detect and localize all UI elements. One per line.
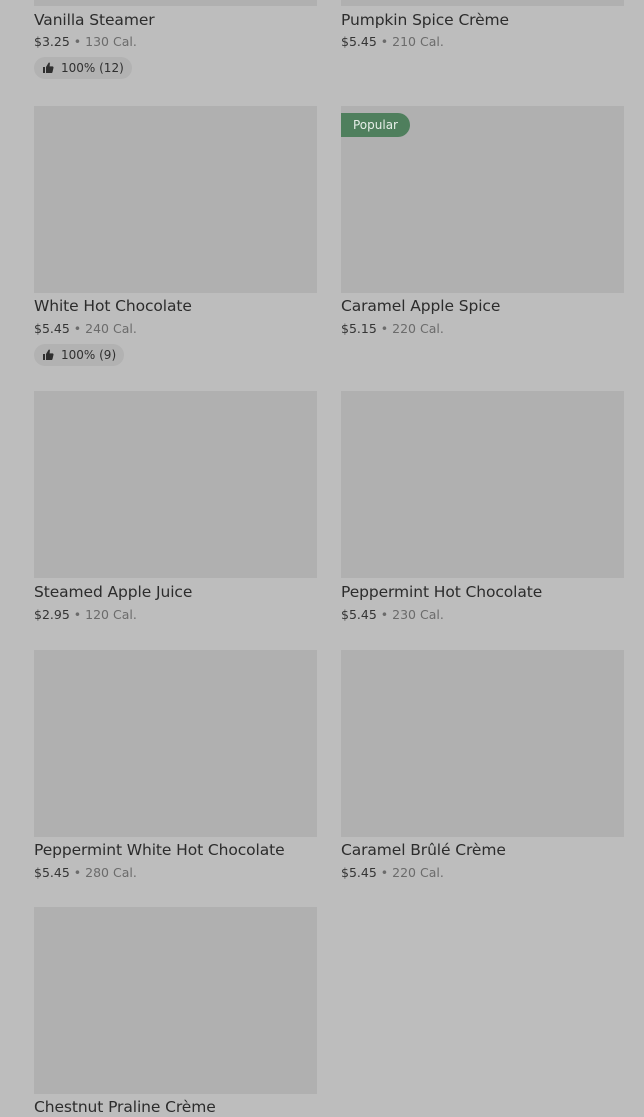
meta-separator: • [380, 607, 389, 622]
product-calories: 230 Cal. [392, 607, 444, 622]
product-image[interactable] [341, 650, 624, 837]
meta-separator: • [380, 865, 389, 880]
product-price: $5.45 [341, 865, 377, 880]
product-card-steamed-apple-juice[interactable]: Steamed Apple Juice $2.95 • 120 Cal. [34, 391, 317, 631]
product-name[interactable]: White Hot Chocolate [34, 296, 192, 316]
product-meta: $3.25 • 130 Cal. [34, 34, 137, 50]
product-name[interactable]: Peppermint White Hot Chocolate [34, 840, 285, 860]
product-card-caramel-apple-spice[interactable]: Popular Caramel Apple Spice $5.15 • 220 … [341, 106, 624, 346]
product-meta: $5.15 • 220 Cal. [341, 321, 444, 337]
meta-separator: • [73, 34, 82, 49]
product-price: $5.45 [34, 321, 70, 336]
meta-separator: • [73, 865, 82, 880]
product-card-peppermint-white-hot-chocolate[interactable]: Peppermint White Hot Chocolate $5.45 • 2… [34, 650, 317, 890]
product-price: $3.25 [34, 34, 70, 49]
rating-pill: 100% (9) [34, 344, 125, 366]
product-name[interactable]: Chestnut Praline Crème [34, 1097, 216, 1117]
thumbs-up-icon [43, 349, 54, 360]
product-card-white-hot-chocolate[interactable]: White Hot Chocolate $5.45 • 240 Cal. 100… [34, 106, 317, 366]
product-card-peppermint-hot-chocolate[interactable]: Peppermint Hot Chocolate $5.45 • 230 Cal… [341, 391, 624, 631]
product-price: $5.45 [341, 34, 377, 49]
product-image[interactable] [341, 0, 624, 6]
product-meta: $5.45 • 280 Cal. [34, 865, 137, 881]
rating-text: 100% (12) [61, 61, 124, 75]
product-price: $5.45 [34, 865, 70, 880]
product-price: $5.45 [341, 607, 377, 622]
product-name[interactable]: Pumpkin Spice Crème [341, 10, 509, 30]
product-meta: $2.95 • 120 Cal. [34, 607, 137, 623]
product-image[interactable] [341, 391, 624, 578]
popular-badge: Popular [341, 113, 410, 137]
product-calories: 120 Cal. [85, 607, 137, 622]
meta-separator: • [73, 607, 82, 622]
product-name[interactable]: Peppermint Hot Chocolate [341, 582, 542, 602]
meta-separator: • [380, 321, 389, 336]
product-grid: Vanilla Steamer $3.25 • 130 Cal. 100% (1… [0, 0, 644, 1116]
product-card-pumpkin-spice-creme[interactable]: Pumpkin Spice Crème $5.45 • 210 Cal. [341, 0, 624, 69]
meta-separator: • [73, 321, 82, 336]
product-image[interactable] [34, 106, 317, 293]
product-meta: $5.45 • 210 Cal. [341, 34, 444, 50]
product-calories: 210 Cal. [392, 34, 444, 49]
product-image[interactable] [34, 907, 317, 1094]
product-card-caramel-brule-creme[interactable]: Caramel Brûlé Crème $5.45 • 220 Cal. [341, 650, 624, 890]
rating-pill: 100% (12) [34, 57, 132, 79]
product-calories: 130 Cal. [85, 34, 137, 49]
product-card-chestnut-praline-creme[interactable]: Chestnut Praline Crème [34, 907, 317, 1116]
product-name[interactable]: Caramel Apple Spice [341, 296, 500, 316]
product-calories: 220 Cal. [392, 321, 444, 336]
product-calories: 280 Cal. [85, 865, 137, 880]
product-calories: 220 Cal. [392, 865, 444, 880]
product-image[interactable] [34, 0, 317, 6]
product-name[interactable]: Vanilla Steamer [34, 10, 155, 30]
product-price: $2.95 [34, 607, 70, 622]
product-name[interactable]: Steamed Apple Juice [34, 582, 192, 602]
product-card-vanilla-steamer[interactable]: Vanilla Steamer $3.25 • 130 Cal. 100% (1… [34, 0, 317, 89]
product-name[interactable]: Caramel Brûlé Crème [341, 840, 506, 860]
product-calories: 240 Cal. [85, 321, 137, 336]
product-price: $5.15 [341, 321, 377, 336]
product-meta: $5.45 • 220 Cal. [341, 865, 444, 881]
thumbs-up-icon [43, 62, 54, 73]
product-meta: $5.45 • 240 Cal. [34, 321, 137, 337]
rating-text: 100% (9) [61, 348, 117, 362]
meta-separator: • [380, 34, 389, 49]
product-image[interactable] [34, 650, 317, 837]
product-meta: $5.45 • 230 Cal. [341, 607, 444, 623]
product-image[interactable] [34, 391, 317, 578]
